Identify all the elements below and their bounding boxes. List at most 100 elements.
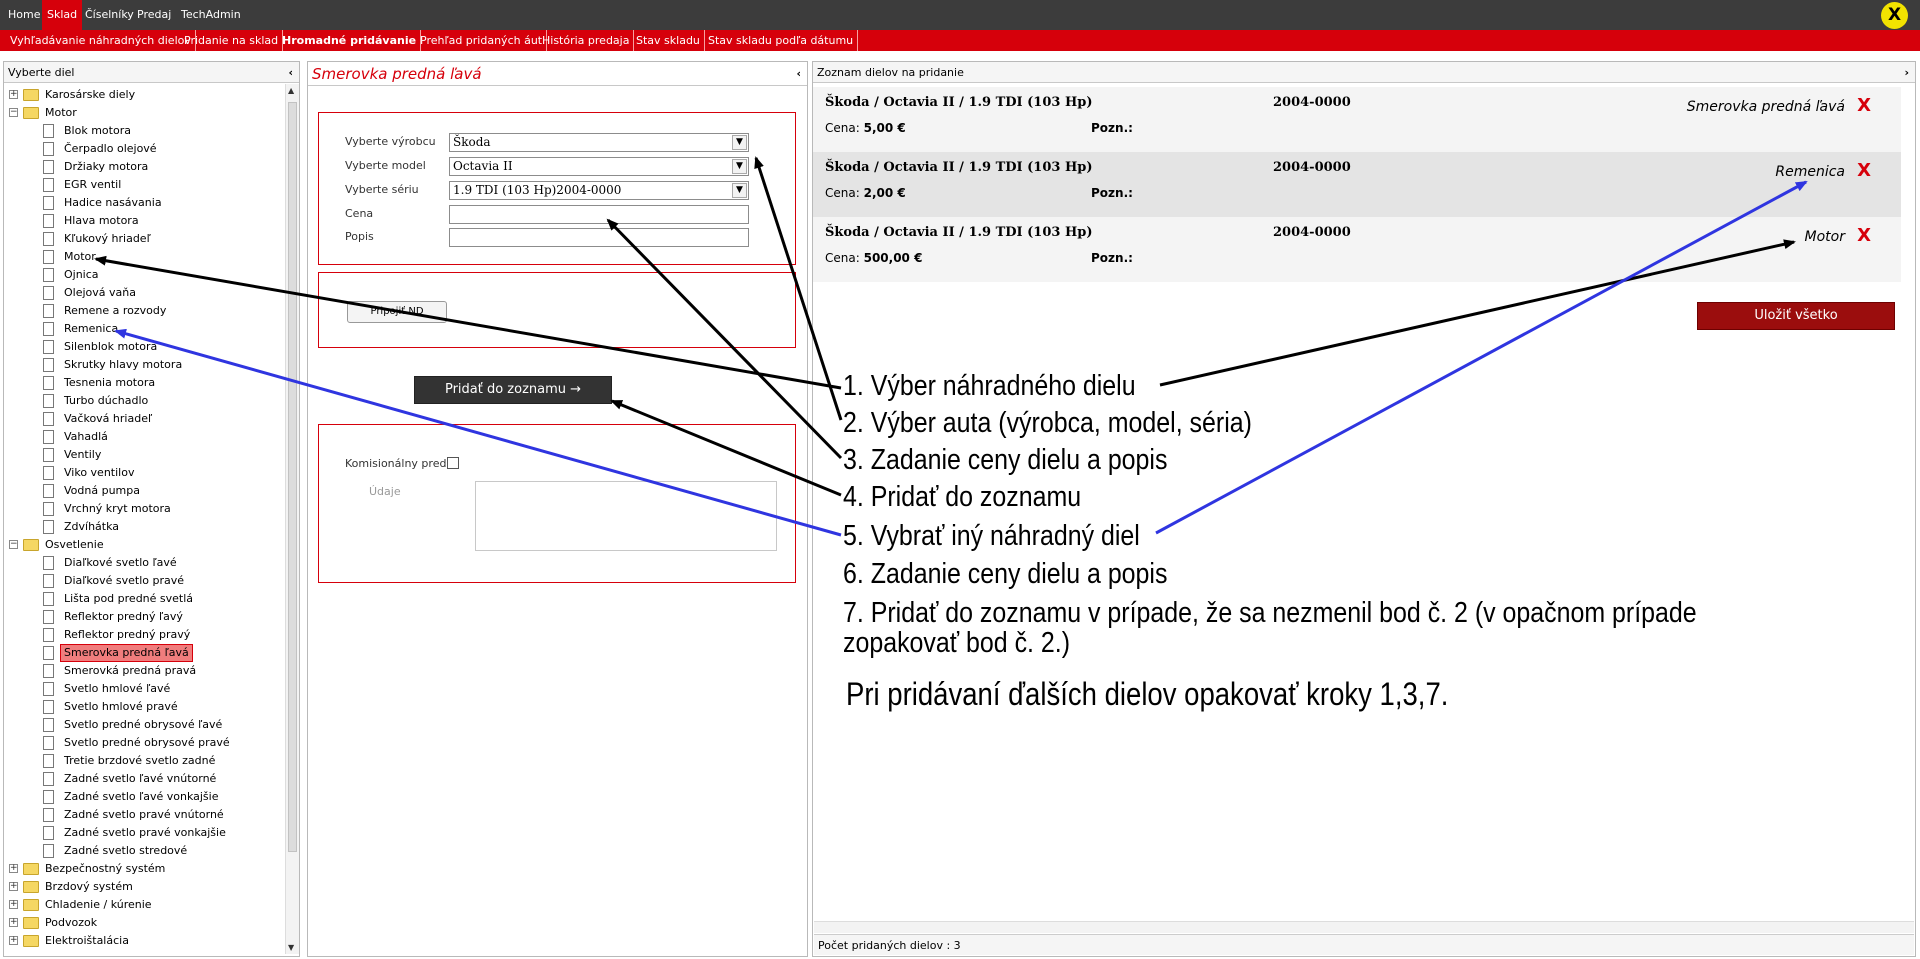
tree-item[interactable]: Turbo dúchadlo [4, 392, 274, 410]
model-select[interactable]: Octavia II ▼ [449, 157, 749, 176]
parts-tree: + Karosárske diely − Motor Blok motora Čerpad… [4, 84, 286, 954]
topnav-predaj[interactable]: Predaj [132, 0, 176, 30]
tree-folder[interactable]: + Brzdový systém [4, 878, 274, 896]
tree-folder[interactable]: + Karosárske diely [4, 86, 274, 104]
tree-item[interactable]: Viko ventilov [4, 464, 274, 482]
tree-item[interactable]: Svetlo hmlové pravé [4, 698, 274, 716]
tree-item[interactable]: Ventily [4, 446, 274, 464]
tree-item[interactable]: EGR ventil [4, 176, 274, 194]
save-all-button[interactable]: Uložiť všetko [1697, 302, 1895, 330]
scroll-up-icon[interactable]: ▲ [288, 86, 294, 95]
expand-icon[interactable]: + [9, 864, 18, 873]
expand-icon[interactable]: + [9, 900, 18, 909]
subnav-prehlad[interactable]: Prehľad pridaných áut [416, 30, 548, 51]
tree-item[interactable]: Tretie brzdové svetlo zadné [4, 752, 274, 770]
collapse-icon[interactable]: − [9, 540, 18, 549]
tree-item[interactable]: Diaľkové svetlo ľavé [4, 554, 274, 572]
tree-item[interactable]: Držiaky motora [4, 158, 274, 176]
topnav-home[interactable]: Home [3, 0, 45, 30]
subnav-vyhladavanie[interactable]: Vyhľadávanie náhradných dielov [6, 30, 196, 51]
delete-icon[interactable]: X [1857, 95, 1871, 116]
close-icon[interactable]: X [1881, 2, 1908, 29]
tree-item[interactable]: Olejová vaňa [4, 284, 274, 302]
subnav-historia[interactable]: História predaja [538, 30, 635, 51]
subnav-stav-datum[interactable]: Stav skladu podľa dátumu [704, 30, 859, 51]
tree-item[interactable]: Tesnenia motora [4, 374, 274, 392]
chevron-down-icon[interactable]: ▼ [732, 159, 747, 174]
topnav-techadmin[interactable]: TechAdmin [176, 0, 246, 30]
details-textarea[interactable] [475, 481, 777, 551]
expand-icon[interactable]: + [9, 936, 18, 945]
tree-item[interactable]: Reflektor predný pravý [4, 626, 274, 644]
expand-icon[interactable]: + [9, 90, 18, 99]
tree-item[interactable]: Remene a rozvody [4, 302, 274, 320]
tree-item[interactable]: Smerovká predná pravá [4, 662, 274, 680]
tree-item[interactable]: Motor [4, 248, 274, 266]
tree-item[interactable]: Smerovka predná ľavá [4, 644, 274, 662]
consignment-checkbox[interactable] [447, 457, 459, 469]
series-select[interactable]: 1.9 TDI (103 Hp)2004-0000 ▼ [449, 181, 749, 200]
tree-item[interactable]: Svetlo predné obrysové ľavé [4, 716, 274, 734]
tree-item[interactable]: Remenica [4, 320, 274, 338]
description-input[interactable] [449, 228, 749, 247]
tree-item[interactable]: Vodná pumpa [4, 482, 274, 500]
tree-item[interactable]: Zadné svetlo ľavé vnútorné [4, 770, 274, 788]
tree-item-label: Vodná pumpa [64, 484, 140, 497]
expand-icon[interactable]: + [9, 882, 18, 891]
attach-fieldset: Pripojiť ND [318, 272, 796, 348]
list-hscrollbar[interactable] [814, 921, 1914, 933]
chevron-down-icon[interactable]: ▼ [732, 135, 747, 150]
item-price: Cena: 5,00 € [825, 121, 906, 135]
tree-item[interactable]: Ojnica [4, 266, 274, 284]
subnav-hromadne[interactable]: Hromadné pridávanie [278, 30, 422, 51]
tree-item[interactable]: Reflektor predný ľavý [4, 608, 274, 626]
tree-item[interactable]: Vačková hriadeľ [4, 410, 274, 428]
tree-item[interactable]: Blok motora [4, 122, 274, 140]
tree-folder[interactable]: + Podvozok [4, 914, 274, 932]
tree-item[interactable]: Kľukový hriadeľ [4, 230, 274, 248]
collapse-form-icon[interactable]: ‹ [796, 62, 801, 86]
tree-item[interactable]: Zadné svetlo stredové [4, 842, 274, 860]
delete-icon[interactable]: X [1857, 160, 1871, 181]
expand-icon[interactable]: + [9, 918, 18, 927]
tree-item[interactable]: Zdvíhátka [4, 518, 274, 536]
scroll-down-icon[interactable]: ▼ [288, 943, 294, 952]
delete-icon[interactable]: X [1857, 225, 1871, 246]
tree-folder[interactable]: + Elektroištalácia [4, 932, 274, 950]
tree-item[interactable]: Svetlo hmlové ľavé [4, 680, 274, 698]
tree-folder[interactable]: + Bezpečnostný systém [4, 860, 274, 878]
collapse-icon[interactable]: − [9, 108, 18, 117]
list-panel-header: Zoznam dielov na pridanie › [813, 62, 1915, 83]
tree-item[interactable]: Hadice nasávania [4, 194, 274, 212]
tree-item[interactable]: Silenblok motora [4, 338, 274, 356]
collapse-right-icon[interactable]: › [1904, 62, 1909, 83]
subnav-pridanie[interactable]: Pridanie na sklad [180, 30, 284, 51]
chevron-down-icon[interactable]: ▼ [732, 183, 747, 198]
subnav-stav[interactable]: Stav skladu [632, 30, 705, 51]
tree-item[interactable]: Zadné svetlo pravé vnútorné [4, 806, 274, 824]
tree-item[interactable]: Čerpadlo olejové [4, 140, 274, 158]
tree-item[interactable]: Vrchný kryt motora [4, 500, 274, 518]
manufacturer-select[interactable]: Škoda ▼ [449, 133, 749, 152]
tree-item-label: Diaľkové svetlo ľavé [64, 556, 177, 569]
collapse-left-icon[interactable]: ‹ [288, 62, 293, 83]
tree-folder[interactable]: − Motor [4, 104, 274, 122]
tree-folder[interactable]: + Chladenie / kúrenie [4, 896, 274, 914]
tree-item[interactable]: Vahadlá [4, 428, 274, 446]
tree-folder[interactable]: − Osvetlenie [4, 536, 274, 554]
form-panel-header: Smerovka predná ľavá ‹ [308, 62, 807, 86]
price-input[interactable] [449, 205, 749, 224]
attach-button[interactable]: Pripojiť ND [347, 301, 447, 323]
tree-item[interactable]: Diaľkové svetlo pravé [4, 572, 274, 590]
topnav-sklad[interactable]: Sklad [42, 0, 83, 30]
tree-item[interactable]: Zadné svetlo ľavé vonkajšie [4, 788, 274, 806]
tree-scrollbar[interactable]: ▲ ▼ [285, 84, 299, 954]
tree-item[interactable]: Svetlo predné obrysové pravé [4, 734, 274, 752]
tree-item[interactable]: Hlava motora [4, 212, 274, 230]
topnav-ciselniky[interactable]: Číselníky [80, 0, 139, 30]
tree-item[interactable]: Skrutky hlavy motora [4, 356, 274, 374]
scroll-thumb[interactable] [288, 102, 297, 852]
tree-item[interactable]: Lišta pod predné svetlá [4, 590, 274, 608]
add-to-list-button[interactable]: Pridať do zoznamu → [414, 376, 612, 404]
tree-item[interactable]: Zadné svetlo pravé vonkajšie [4, 824, 274, 842]
